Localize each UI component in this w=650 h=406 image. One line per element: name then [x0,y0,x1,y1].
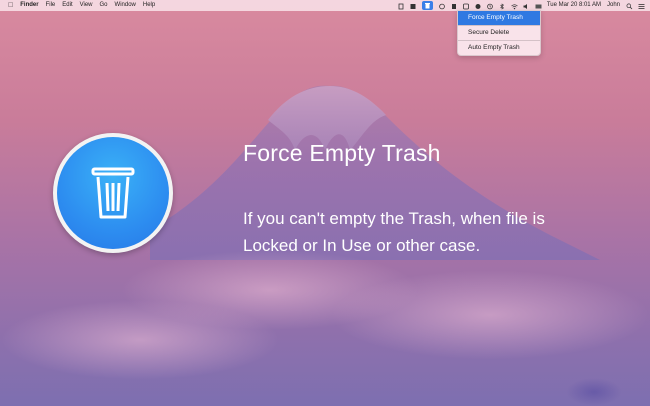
hero-description-line-1: If you can't empty the Trash, when file … [243,209,545,228]
hero-description-line-2: Locked or In Use or other case. [243,236,481,255]
trash-dropdown-menu: Force Empty Trash Secure Delete Auto Emp… [457,10,541,56]
status-icon-3[interactable] [439,3,445,9]
menu-item-secure-delete[interactable]: Secure Delete [458,26,540,40]
flag-icon[interactable] [535,3,542,9]
status-icon-6[interactable] [475,3,481,9]
menu-finder[interactable]: Finder [20,0,38,11]
menu-clock[interactable]: Tue Mar 20 8:01 AM [547,0,601,11]
status-icon-4[interactable] [451,3,457,9]
bluetooth-icon[interactable] [499,2,505,10]
status-icon-1[interactable] [398,3,404,9]
menu-user[interactable]: John [607,0,620,11]
status-icon-2[interactable] [410,3,416,9]
volume-icon[interactable] [523,3,529,9]
corner-glow [566,378,622,406]
app-icon-badge [57,137,169,249]
menu-help[interactable]: Help [143,0,155,11]
menu-bar:  Finder File Edit View Go Window Help [0,0,650,11]
spotlight-icon[interactable] [626,3,633,9]
wifi-icon[interactable] [511,3,518,9]
status-icon-5[interactable] [462,3,469,9]
menu-view[interactable]: View [80,0,93,11]
app-icon [53,133,173,253]
notification-center-icon[interactable] [638,3,645,9]
menu-item-auto-empty-trash[interactable]: Auto Empty Trash [458,41,540,55]
menu-edit[interactable]: Edit [62,0,72,11]
hero-title: Force Empty Trash [243,140,441,166]
menu-file[interactable]: File [46,0,56,11]
trash-tray-icon[interactable] [421,1,433,10]
apple-menu-icon[interactable]:  [8,0,13,11]
hero-description: If you can't empty the Trash, when file … [243,205,623,259]
menu-window[interactable]: Window [115,0,136,11]
menu-go[interactable]: Go [100,0,108,11]
time-machine-icon[interactable] [487,3,493,9]
menu-item-force-empty-trash[interactable]: Force Empty Trash [458,11,540,25]
trash-icon [91,167,135,219]
